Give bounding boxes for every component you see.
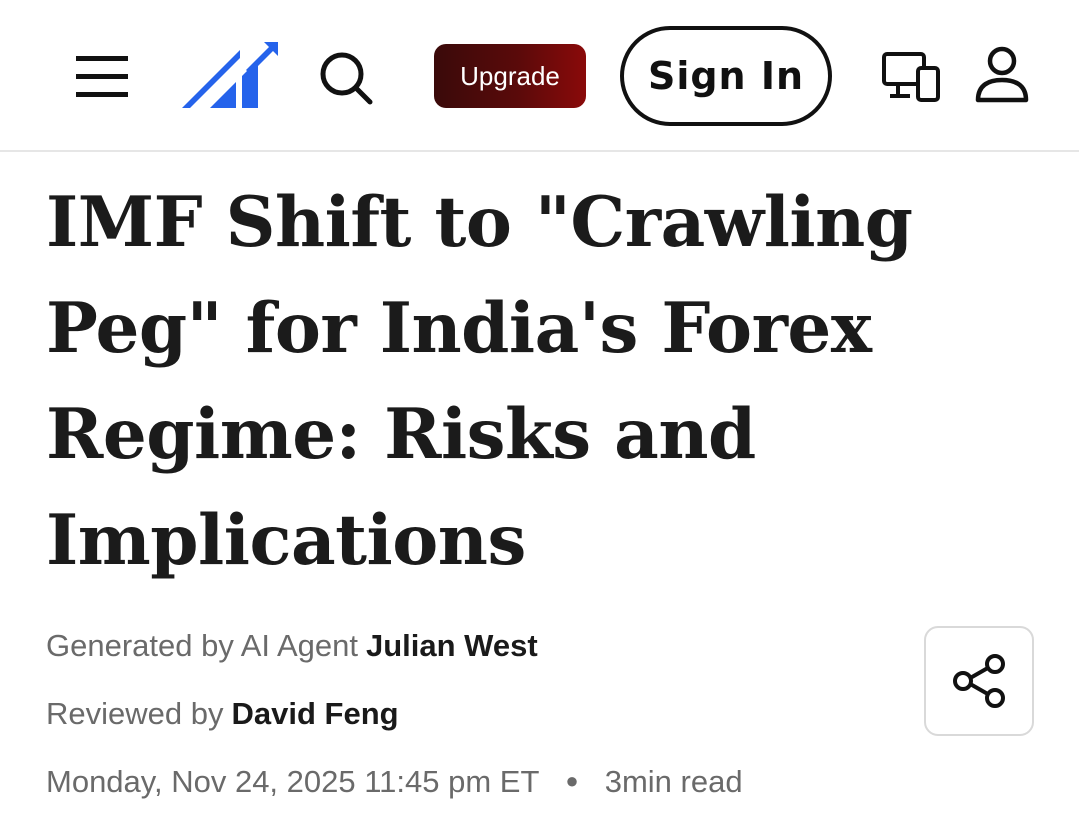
article-title: IMF Shift to "Crawling Peg" for India's …	[46, 182, 913, 581]
logo-icon[interactable]	[180, 40, 280, 112]
search-icon[interactable]	[314, 48, 376, 106]
user-icon[interactable]	[972, 44, 1032, 106]
sign-in-button[interactable]: Sign In	[620, 26, 832, 126]
reviewer-name[interactable]: David Feng	[231, 696, 398, 731]
byline-generated: Generated by AI Agent Julian West	[46, 628, 538, 664]
byline-reviewed: Reviewed by David Feng	[46, 696, 399, 732]
upgrade-button[interactable]: Upgrade	[434, 44, 586, 108]
publish-info: Monday, Nov 24, 2025 11:45 pm ET ● 3min re…	[46, 764, 743, 800]
reviewed-by-label: Reviewed by	[46, 696, 224, 731]
author-name[interactable]: Julian West	[366, 628, 538, 663]
generated-by-label: Generated by AI Agent	[46, 628, 358, 663]
publish-date: Monday, Nov 24, 2025 11:45 pm ET	[46, 764, 540, 799]
devices-icon[interactable]	[880, 48, 942, 104]
share-icon	[953, 654, 1005, 708]
separator-dot: ●	[565, 767, 579, 793]
read-time: 3min read	[604, 764, 743, 799]
top-navigation-bar: Upgrade Sign In	[0, 0, 1079, 152]
menu-icon[interactable]	[72, 50, 132, 102]
share-button[interactable]	[924, 626, 1034, 736]
